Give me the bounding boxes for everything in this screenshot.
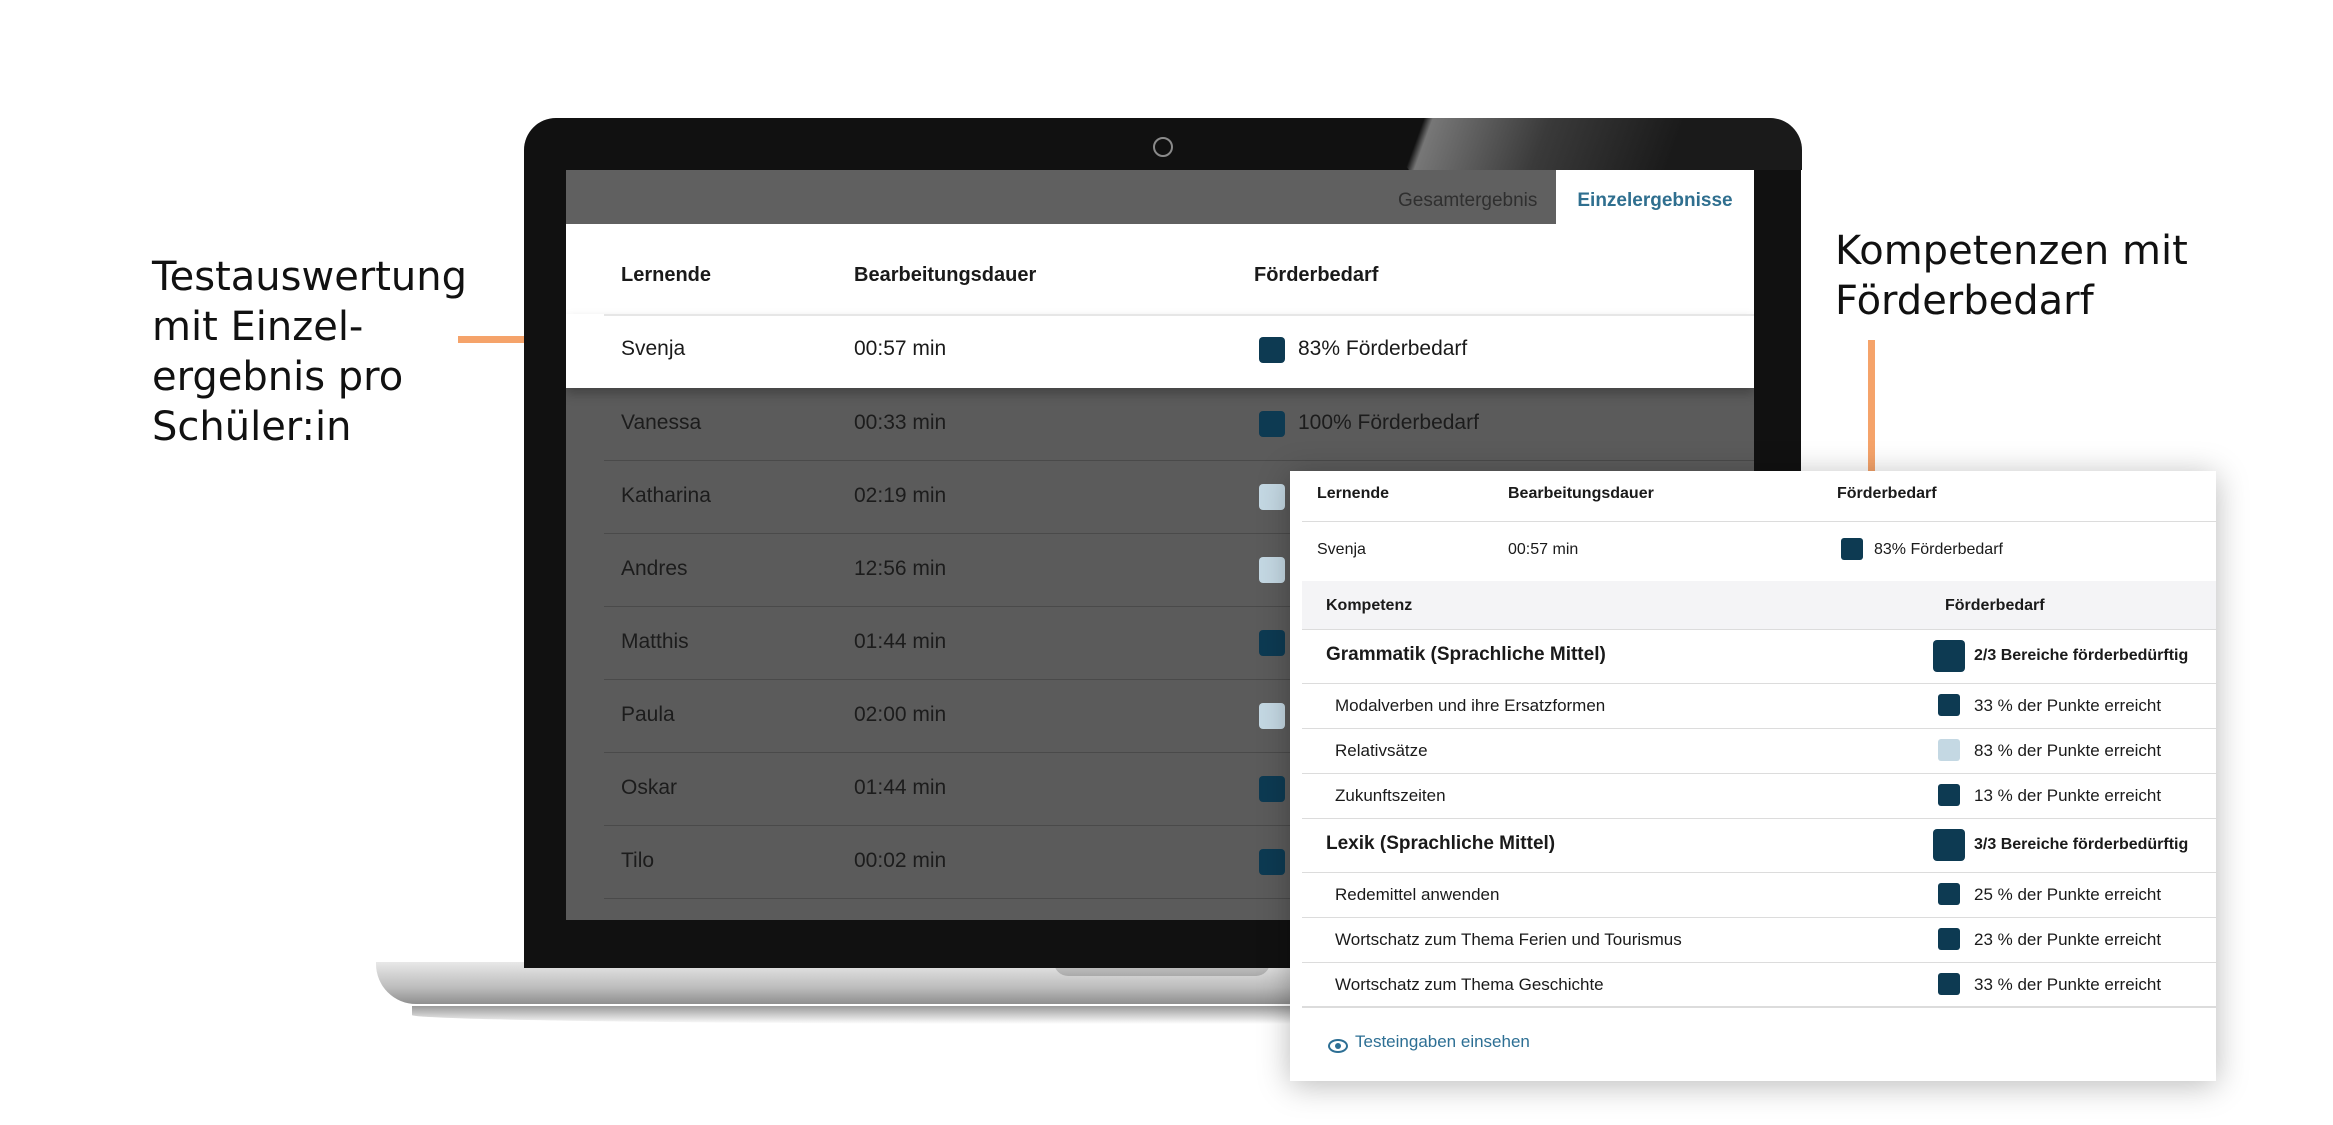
need-indicator (1259, 849, 1285, 875)
row-divider (1302, 818, 2216, 819)
competence-group-title: Grammatik (Sprachliche Mittel) (1326, 644, 1606, 665)
item-need-indicator (1938, 739, 1960, 761)
competence-footer-divider (1302, 1006, 2216, 1007)
learner-name: Oskar (621, 776, 678, 799)
competence-item-label: Modalverben und ihre Ersatzformen (1335, 696, 1606, 715)
competence-item-result: 33 % der Punkte erreicht (1974, 975, 2162, 994)
competence-item-label: Zukunftszeiten (1335, 786, 1446, 805)
detail-student-need: 83% Förderbedarf (1874, 541, 2003, 558)
annotation-right-line-2: Förderbedarf (1835, 278, 2094, 324)
learner-name: Svenja (621, 337, 686, 360)
learner-name: Paula (621, 703, 675, 726)
results-table-header: Lernende Bearbeitungsdauer Förderbedarf (566, 224, 1754, 314)
tab-gesamtergebnis[interactable]: Gesamtergebnis (1398, 170, 1537, 224)
annotation-left: Testauswertung mit Einzel- ergebnis pro … (152, 252, 467, 452)
learner-need: 83% Förderbedarf (1298, 337, 1468, 360)
annotation-right: Kompetenzen mit Förderbedarf (1835, 226, 2188, 326)
learner-name: Andres (621, 557, 688, 580)
learner-name: Matthis (621, 630, 689, 653)
competence-item-result: 25 % der Punkte erreicht (1974, 885, 2162, 904)
competence-header-divider (1302, 629, 2216, 630)
detail-header-need: Förderbedarf (1837, 485, 1937, 502)
row-divider (1302, 872, 2216, 873)
item-need-indicator (1938, 928, 1960, 950)
row-divider (604, 314, 1754, 316)
group-need-summary: 3/3 Bereiche förderbedürftig (1974, 836, 2189, 853)
webcam-icon (1153, 137, 1173, 157)
learner-duration: 01:44 min (854, 776, 947, 799)
need-indicator (1259, 337, 1285, 363)
need-indicator (1259, 630, 1285, 656)
header-need: Förderbedarf (1254, 264, 1379, 286)
laptop-lid-reflection (1370, 118, 1802, 170)
need-indicator (1259, 484, 1285, 510)
item-need-indicator (1938, 973, 1960, 995)
table-row-highlighted[interactable]: Svenja 00:57 min 83% Förderbedarf (566, 314, 1754, 388)
header-duration: Bearbeitungsdauer (854, 264, 1037, 286)
item-need-indicator (1938, 694, 1960, 716)
row-divider (1302, 683, 2216, 684)
row-divider (1302, 962, 2216, 963)
tab-einzelergebnisse[interactable]: Einzelergebnisse (1556, 170, 1754, 224)
header-learner: Lernende (621, 264, 712, 286)
competence-item-result: 23 % der Punkte erreicht (1974, 930, 2162, 949)
eye-icon (1328, 1039, 1348, 1053)
group-need-indicator (1933, 829, 1965, 861)
detail-need-indicator (1841, 538, 1863, 560)
item-need-indicator (1938, 883, 1960, 905)
annotation-left-line-3: ergebnis pro (152, 354, 404, 400)
learner-duration: 12:56 min (854, 557, 947, 580)
learner-duration: 00:02 min (854, 849, 947, 872)
annotation-right-connector (1868, 340, 1875, 472)
annotation-right-line-1: Kompetenzen mit (1835, 228, 2188, 274)
detail-header-duration: Bearbeitungsdauer (1508, 485, 1654, 502)
tab-bar: Gesamtergebnis Einzelergebnisse (566, 170, 1754, 224)
header-competence-need: Förderbedarf (1945, 597, 2045, 614)
learner-name: Katharina (621, 484, 711, 507)
competence-item-label: Wortschatz zum Thema Ferien und Tourismu… (1335, 930, 1682, 949)
detail-header-learner: Lernende (1317, 485, 1390, 502)
row-divider (1302, 917, 2216, 918)
table-row[interactable]: Vanessa 00:33 min 100% Förderbedarf (566, 388, 1754, 461)
competence-item-label: Redemittel anwenden (1335, 885, 1500, 904)
competence-item-result: 33 % der Punkte erreicht (1974, 696, 2162, 715)
learner-duration: 00:57 min (854, 337, 947, 360)
row-divider (1302, 1007, 2216, 1008)
competence-item-result: 13 % der Punkte erreicht (1974, 786, 2162, 805)
learner-duration: 02:00 min (854, 703, 947, 726)
competence-detail-card: Lernende Bearbeitungsdauer Förderbedarf … (1290, 471, 2216, 1081)
annotation-left-line-4: Schüler:in (152, 404, 352, 450)
group-need-indicator (1933, 640, 1965, 672)
annotation-left-line-1: Testauswertung (152, 254, 468, 300)
need-indicator (1259, 703, 1285, 729)
annotation-left-line-2: mit Einzel- (152, 304, 364, 350)
competence-group-title: Lexik (Sprachliche Mittel) (1326, 833, 1556, 854)
view-test-inputs-link[interactable]: Testeingaben einsehen (1355, 1032, 1530, 1052)
need-indicator (1259, 557, 1285, 583)
learner-duration: 01:44 min (854, 630, 947, 653)
detail-header-divider (1302, 521, 2216, 522)
detail-student-name: Svenja (1317, 541, 1366, 558)
learner-need: 100% Förderbedarf (1298, 411, 1479, 434)
need-indicator (1259, 776, 1285, 802)
row-divider (1302, 728, 2216, 729)
competence-item-result: 83 % der Punkte erreicht (1974, 741, 2162, 760)
detail-student-duration: 00:57 min (1508, 541, 1579, 558)
header-competence: Kompetenz (1326, 597, 1413, 614)
row-divider (1302, 773, 2216, 774)
learner-duration: 02:19 min (854, 484, 947, 507)
competence-item-label: Relativsätze (1335, 741, 1428, 760)
need-indicator (1259, 411, 1285, 437)
learner-name: Tilo (621, 849, 655, 872)
competence-item-label: Wortschatz zum Thema Geschichte (1335, 975, 1604, 994)
item-need-indicator (1938, 784, 1960, 806)
learner-name: Vanessa (621, 411, 702, 434)
group-need-summary: 2/3 Bereiche förderbedürftig (1974, 647, 2189, 664)
competence-table-header: Kompetenz Förderbedarf (1302, 581, 2216, 629)
learner-duration: 00:33 min (854, 411, 947, 434)
